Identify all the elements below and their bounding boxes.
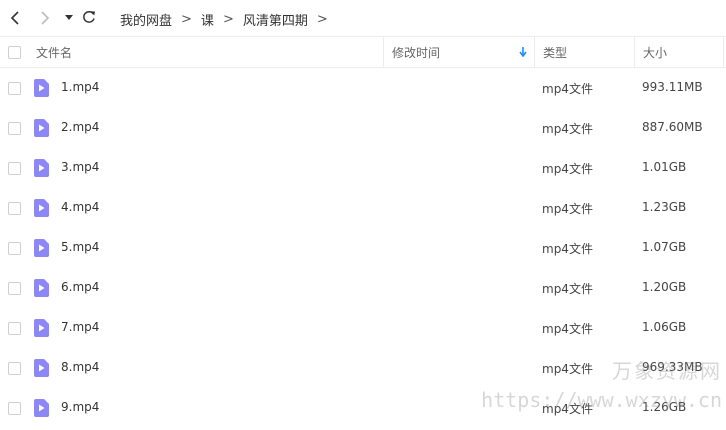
video-file-icon [34, 239, 49, 257]
breadcrumb-separator: > [316, 12, 328, 27]
row-checkbox[interactable] [8, 322, 21, 335]
file-row[interactable]: 4.mp4 mp4文件 1.23GB [0, 188, 726, 228]
caret-down-icon [65, 15, 73, 20]
column-header-name[interactable]: 文件名 [28, 37, 383, 68]
refresh-button[interactable] [81, 9, 97, 25]
video-file-icon [34, 199, 49, 217]
file-size: 1.06GB [642, 320, 687, 334]
column-header-name-label: 文件名 [36, 46, 73, 60]
file-row[interactable]: 7.mp4 mp4文件 1.06GB [0, 308, 726, 348]
file-type: mp4文件 [542, 242, 593, 256]
file-size: 1.07GB [642, 240, 687, 254]
file-type: mp4文件 [542, 82, 593, 96]
file-row[interactable]: 6.mp4 mp4文件 1.20GB [0, 268, 726, 308]
column-header-size[interactable]: 大小 [634, 37, 724, 68]
column-header-type[interactable]: 类型 [534, 37, 634, 68]
file-name[interactable]: 8.mp4 [61, 360, 99, 374]
breadcrumb-item-course[interactable]: 课 [201, 10, 214, 29]
row-checkbox[interactable] [8, 202, 21, 215]
row-checkbox[interactable] [8, 122, 21, 135]
file-size: 1.20GB [642, 280, 687, 294]
column-header-modified-label: 修改时间 [392, 46, 441, 60]
chevron-left-icon [10, 11, 19, 25]
file-size: 887.60MB [642, 120, 703, 134]
column-header-type-label: 类型 [543, 46, 568, 60]
file-type: mp4文件 [542, 322, 593, 336]
select-all-checkbox[interactable] [8, 46, 21, 59]
file-size: 969.33MB [642, 360, 703, 374]
video-file-icon [34, 319, 49, 337]
file-row[interactable]: 2.mp4 mp4文件 887.60MB [0, 108, 726, 148]
breadcrumb-item-my-drive[interactable]: 我的网盘 [120, 10, 172, 29]
file-row[interactable]: 1.mp4 mp4文件 993.11MB [0, 68, 726, 108]
row-checkbox[interactable] [8, 362, 21, 375]
back-button[interactable] [7, 10, 23, 26]
row-checkbox[interactable] [8, 282, 21, 295]
column-header-modified[interactable]: 修改时间 [383, 37, 534, 68]
file-size: 993.11MB [642, 80, 703, 94]
breadcrumb-item-current-folder[interactable]: 风清第四期 [243, 10, 308, 29]
file-row[interactable]: 9.mp4 mp4文件 1.26GB [0, 388, 726, 428]
file-type: mp4文件 [542, 282, 593, 296]
file-type: mp4文件 [542, 162, 593, 176]
file-type: mp4文件 [542, 402, 593, 416]
file-name[interactable]: 2.mp4 [61, 120, 99, 134]
refresh-icon [83, 10, 95, 23]
file-size: 1.23GB [642, 200, 687, 214]
toolbar: 我的网盘 > 课 > 风清第四期 > [0, 0, 726, 36]
video-file-icon [34, 119, 49, 137]
table-header: 文件名 修改时间 类型 大小 [0, 36, 726, 68]
file-name[interactable]: 1.mp4 [61, 80, 99, 94]
column-header-size-label: 大小 [643, 46, 668, 60]
file-size: 1.26GB [642, 400, 687, 414]
file-name[interactable]: 4.mp4 [61, 200, 99, 214]
chevron-right-icon [41, 11, 50, 25]
breadcrumb: 我的网盘 > 课 > 风清第四期 > [120, 10, 337, 29]
file-type: mp4文件 [542, 202, 593, 216]
history-dropdown-button[interactable] [61, 10, 77, 26]
row-checkbox[interactable] [8, 162, 21, 175]
video-file-icon [34, 399, 49, 417]
file-row[interactable]: 3.mp4 mp4文件 1.01GB [0, 148, 726, 188]
file-name[interactable]: 6.mp4 [61, 280, 99, 294]
file-name[interactable]: 9.mp4 [61, 400, 99, 414]
arrow-down-icon[interactable] [519, 47, 527, 57]
file-size: 1.01GB [642, 160, 687, 174]
video-file-icon [34, 279, 49, 297]
video-file-icon [34, 359, 49, 377]
file-name[interactable]: 7.mp4 [61, 320, 99, 334]
file-name[interactable]: 5.mp4 [61, 240, 99, 254]
row-checkbox[interactable] [8, 402, 21, 415]
forward-button[interactable] [37, 10, 53, 26]
video-file-icon [34, 159, 49, 177]
video-file-icon [34, 79, 49, 97]
breadcrumb-separator: > [222, 12, 234, 27]
row-checkbox[interactable] [8, 242, 21, 255]
file-name[interactable]: 3.mp4 [61, 160, 99, 174]
file-row[interactable]: 5.mp4 mp4文件 1.07GB [0, 228, 726, 268]
breadcrumb-separator: > [181, 12, 192, 27]
file-type: mp4文件 [542, 362, 593, 376]
file-type: mp4文件 [542, 122, 593, 136]
file-row[interactable]: 8.mp4 mp4文件 969.33MB [0, 348, 726, 388]
row-checkbox[interactable] [8, 82, 21, 95]
